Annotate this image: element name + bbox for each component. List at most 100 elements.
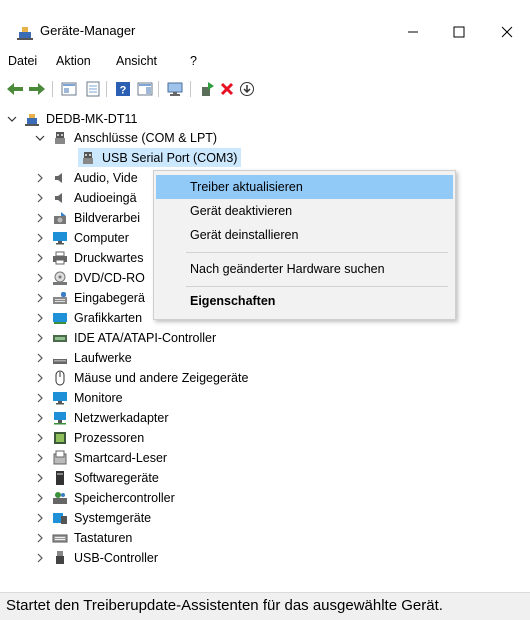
port-icon xyxy=(80,150,96,166)
menu-properties[interactable]: Eigenschaften xyxy=(156,289,453,313)
computer-tree-icon xyxy=(24,111,40,127)
menu-ansicht[interactable]: Ansicht xyxy=(116,54,157,68)
chevron-down-icon[interactable] xyxy=(6,113,18,125)
tree-category[interactable]: IDE ATA/ATAPI-Controller xyxy=(34,328,216,347)
menu-separator xyxy=(186,286,448,287)
tree-category[interactable]: Mäuse und andere Zeigegeräte xyxy=(34,368,248,387)
help-icon[interactable]: ? xyxy=(114,80,132,98)
close-button[interactable] xyxy=(484,18,530,46)
chevron-down-icon[interactable] xyxy=(34,132,46,144)
category-label: Bildverarbei xyxy=(74,210,141,225)
tree-category[interactable]: Bildverarbei xyxy=(34,208,140,227)
update-driver-icon[interactable] xyxy=(198,80,216,98)
menu-uninstall-device[interactable]: Gerät deinstallieren xyxy=(156,223,453,247)
chevron-right-icon[interactable] xyxy=(34,452,46,464)
category-label: IDE ATA/ATAPI-Controller xyxy=(74,330,217,345)
toolbar-separator xyxy=(106,81,107,97)
menu-update-driver[interactable]: Treiber aktualisieren xyxy=(156,175,453,199)
category-label: Systemgeräte xyxy=(74,510,152,525)
tree-category[interactable]: Smartcard-Leser xyxy=(34,448,167,467)
device-manager-icon xyxy=(16,24,34,42)
properties-pane-icon[interactable] xyxy=(60,80,78,98)
chevron-right-icon[interactable] xyxy=(34,432,46,444)
tree-category[interactable]: Systemgeräte xyxy=(34,508,151,527)
chevron-right-icon[interactable] xyxy=(34,212,46,224)
chevron-right-icon[interactable] xyxy=(34,172,46,184)
chevron-right-icon[interactable] xyxy=(34,272,46,284)
tree-category[interactable]: Eingabegerä xyxy=(34,288,145,307)
chevron-right-icon[interactable] xyxy=(34,352,46,364)
category-label: Druckwartes xyxy=(74,250,144,265)
chevron-right-icon[interactable] xyxy=(34,392,46,404)
chevron-right-icon[interactable] xyxy=(34,532,46,544)
tree-device-usb-serial[interactable]: USB Serial Port (COM3) xyxy=(78,148,242,167)
menu-datei[interactable]: Datei xyxy=(8,54,37,68)
tree-category[interactable]: Netzwerkadapter xyxy=(34,408,169,427)
uninstall-icon[interactable] xyxy=(218,80,236,98)
tree-category[interactable]: Speichercontroller xyxy=(34,488,175,507)
tree-category[interactable]: Audioeingä xyxy=(34,188,137,207)
category-label: Tastaturen xyxy=(74,530,133,545)
forward-icon[interactable] xyxy=(28,80,46,98)
category-label: Softwaregeräte xyxy=(74,470,159,485)
chevron-right-icon[interactable] xyxy=(34,312,46,324)
tree-root[interactable]: DEDB-MK-DT11 xyxy=(6,109,137,128)
speaker-icon xyxy=(52,170,68,186)
chevron-right-icon[interactable] xyxy=(34,512,46,524)
tree-category[interactable]: Monitore xyxy=(34,388,123,407)
context-menu: Treiber aktualisieren Gerät deaktivieren… xyxy=(153,170,456,320)
scan-hardware-icon[interactable] xyxy=(166,80,184,98)
category-label: Speichercontroller xyxy=(74,490,175,505)
mouse-icon xyxy=(52,370,68,386)
menu-aktion[interactable]: Aktion xyxy=(56,54,91,68)
category-label: Anschlüsse (COM & LPT) xyxy=(74,130,218,145)
menu-disable-device[interactable]: Gerät deaktivieren xyxy=(156,199,453,223)
toolbar-separator xyxy=(190,81,191,97)
printer-icon xyxy=(52,250,68,266)
category-label: Audio, Vide xyxy=(74,170,138,185)
chevron-right-icon[interactable] xyxy=(34,192,46,204)
menu-scan-hardware[interactable]: Nach geänderter Hardware suchen xyxy=(156,257,453,281)
tree-category[interactable]: Prozessoren xyxy=(34,428,144,447)
tree-category[interactable]: Computer xyxy=(34,228,129,247)
chevron-right-icon[interactable] xyxy=(34,552,46,564)
keyboard-mouse-icon xyxy=(52,290,68,306)
chevron-right-icon[interactable] xyxy=(34,492,46,504)
category-label: USB-Controller xyxy=(74,550,159,565)
menu-help[interactable]: ? xyxy=(190,54,197,68)
tree-category[interactable]: Grafikkarten xyxy=(34,308,142,327)
disc-drive-icon xyxy=(52,270,68,286)
svg-text:?: ? xyxy=(120,85,127,97)
smartcard-reader-icon xyxy=(52,450,68,466)
tree-category[interactable]: Softwaregeräte xyxy=(34,468,159,487)
tree-category[interactable]: Tastaturen xyxy=(34,528,132,547)
tree-category[interactable]: Audio, Vide xyxy=(34,168,138,187)
chevron-right-icon[interactable] xyxy=(34,232,46,244)
monitor-icon xyxy=(52,390,68,406)
tree-category-ports[interactable]: Anschlüsse (COM & LPT) xyxy=(34,128,217,147)
menu-bar: Datei Aktion Ansicht ? xyxy=(0,52,530,74)
console-view-icon[interactable] xyxy=(136,80,154,98)
disk-drive-icon xyxy=(52,350,68,366)
toolbar: ? xyxy=(0,77,530,101)
category-label: Monitore xyxy=(74,390,123,405)
back-icon[interactable] xyxy=(6,80,24,98)
category-label: Netzwerkadapter xyxy=(74,410,169,425)
chevron-right-icon[interactable] xyxy=(34,252,46,264)
maximize-button[interactable] xyxy=(436,18,482,46)
chevron-right-icon[interactable] xyxy=(34,292,46,304)
tree-category[interactable]: USB-Controller xyxy=(34,548,158,567)
category-label: Prozessoren xyxy=(74,430,145,445)
tree-category[interactable]: DVD/CD-RO xyxy=(34,268,145,287)
chevron-right-icon[interactable] xyxy=(34,332,46,344)
chevron-right-icon[interactable] xyxy=(34,412,46,424)
chevron-right-icon[interactable] xyxy=(34,472,46,484)
device-properties-icon[interactable] xyxy=(84,80,102,98)
storage-controller-icon xyxy=(52,490,68,506)
download-icon[interactable] xyxy=(238,80,256,98)
network-adapter-icon xyxy=(52,410,68,426)
tree-category[interactable]: Laufwerke xyxy=(34,348,132,367)
chevron-right-icon[interactable] xyxy=(34,372,46,384)
tree-category[interactable]: Druckwartes xyxy=(34,248,143,267)
minimize-button[interactable] xyxy=(390,18,436,46)
